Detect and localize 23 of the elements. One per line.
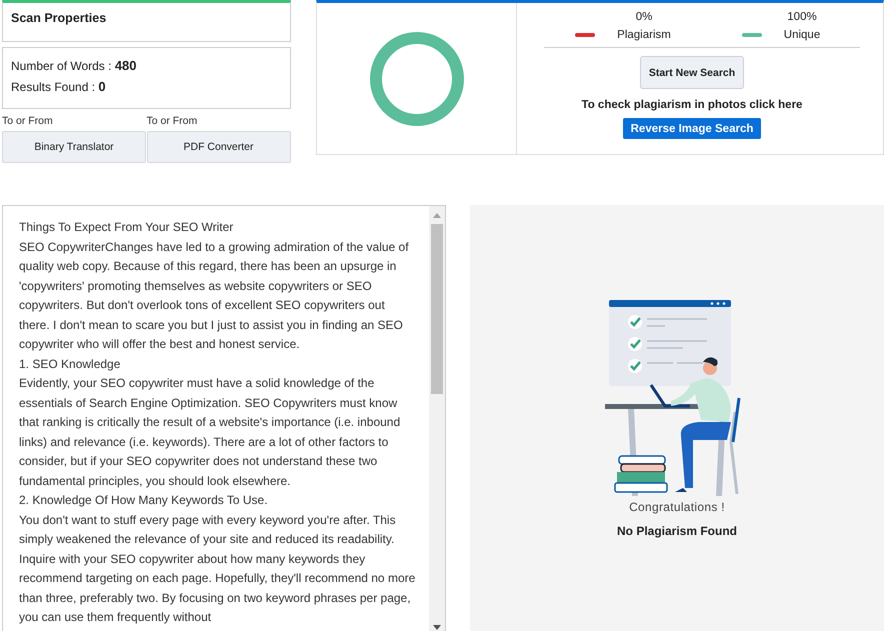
legend-label: Unique [784,29,820,41]
legend-label: Plagiarism [617,29,671,41]
content-paragraph: 2. Knowledge Of How Many Keywords To Use. [19,492,269,509]
congratulations-text: Congratulations ! [629,500,725,514]
content-paragraph: Evidently, your SEO copywriter must have a solid knowledge of the essentials of Search Engine Optimization. SEO Copywriters must know that ranking is critically the result of a website's importance (i.e. inbound links) and relevance (i.e. keywords). There are a lot of other factors to consider, but if your SEO copywriter does not understand these two fundamental principles, you should look elsewhere. [19,375,402,490]
panel-title: Scan Properties [2,0,291,42]
content-paragraph: 1. SEO Knowledge [19,356,122,372]
photo-hint-text: To check plagiarism in photos click here [582,99,802,111]
percent-value: 100% [786,11,818,23]
percent-value: 0% [634,11,654,23]
content-paragraph: Things To Expect From Your SEO Writer [19,219,234,236]
content-paragraph: You don't want to stuff every page with every keyword you're after. This simply weakened the relevance of your site and reduced its readability. Inquire with your SEO copywriter about how many keywords they recommend targeting on each page. Hopefully, they'll recommend no more than three, preferably two. By focusing on two keyword phrases per page, you can use them frequently without [19,512,416,626]
stat-text: Results Found : 0 [11,79,107,94]
tool-caption: To or From [2,115,54,127]
tool-button[interactable]: Binary Translator [2,131,146,163]
content-paragraph: SEO CopywriterChanges have led to a growing admiration of the value of quality web copy. Because of this regard, there has been an upsurge in 'copywriters' promoting themselves as website copywriters or SEO copywriters. But don't overlook tons of excellent SEO copywriters out there. I don't mean to scare you but I just to assist you in finding an SEO copywriter who will offer the best and honest service. [19,238,410,353]
start-search-button[interactable]: Start New Search [640,56,744,89]
reverse-image-search-button[interactable]: Reverse Image Search [622,118,762,139]
result-text: No Plagiarism Found [616,524,737,538]
tool-caption: To or From [146,115,198,127]
tool-button[interactable]: PDF Converter [146,131,290,163]
stat-text: Number of Words : 480 [11,58,138,73]
scrollbar-drawing[interactable] [429,206,445,631]
